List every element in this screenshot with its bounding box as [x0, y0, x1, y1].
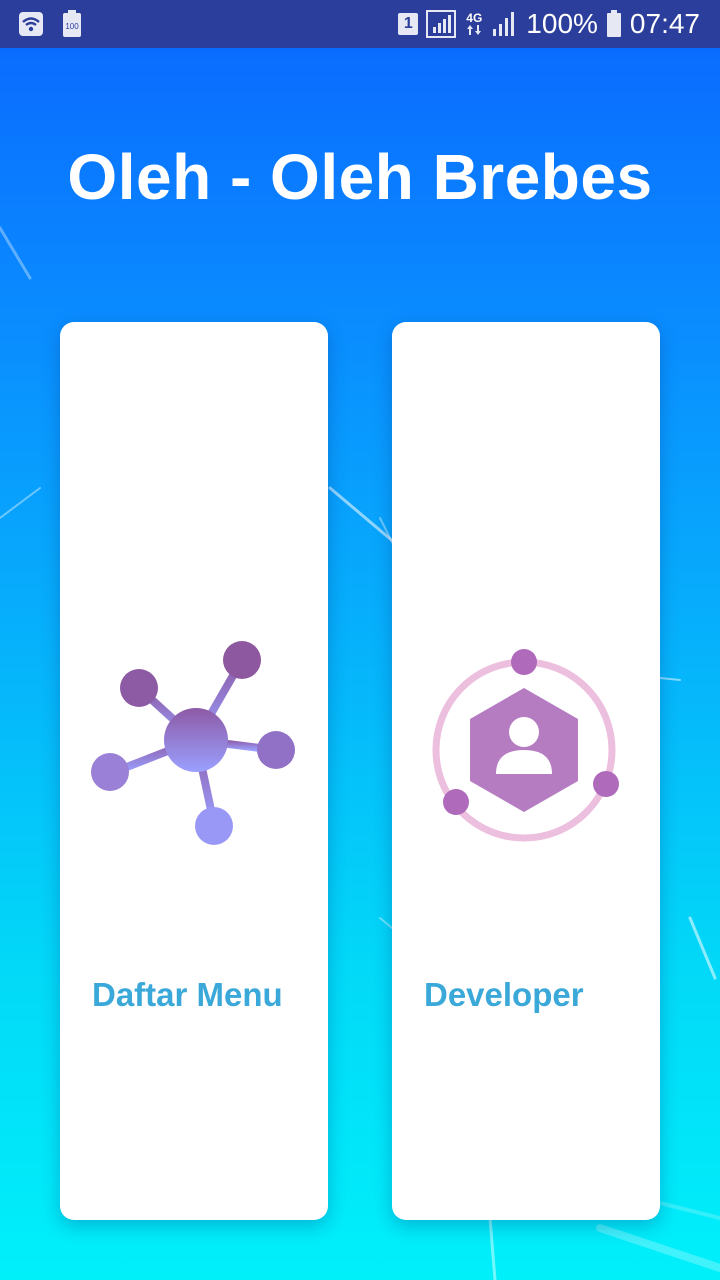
daftar-menu-label: Daftar Menu — [92, 976, 283, 1013]
network-4g-indicator: 4G — [464, 12, 484, 36]
network-type-label: 4G — [466, 11, 483, 25]
status-bar-right: 1 4G 100% 07:47 — [398, 0, 700, 48]
data-arrows-icon — [467, 25, 482, 35]
signal-strength-icon — [492, 10, 518, 38]
battery-icon — [606, 10, 622, 38]
daftar-menu-card[interactable]: Daftar Menu — [60, 322, 328, 1220]
sim-slot-badge: 1 — [398, 13, 419, 35]
page-title: Oleh - Oleh Brebes — [67, 141, 653, 213]
developer-label: Developer — [424, 976, 584, 1013]
developer-profile-icon — [432, 649, 619, 842]
wifi-icon — [18, 11, 44, 37]
status-bar: 100 1 4G 100% 07:47 — [0, 0, 720, 48]
app-screen: 100 1 4G 100% 07:47 Oleh - Oleh Brebes D… — [0, 0, 720, 1280]
network-nodes-icon — [91, 641, 295, 845]
battery-small-label: 100 — [65, 22, 79, 31]
signal-strength-boxed-icon — [426, 10, 457, 38]
status-bar-left: 100 — [18, 10, 82, 38]
developer-card[interactable]: Developer — [392, 322, 660, 1220]
battery-percent: 100% — [526, 8, 598, 39]
clock: 07:47 — [629, 8, 700, 39]
battery-small-icon: 100 — [62, 10, 82, 38]
main-content: Oleh - Oleh Brebes Daftar Menu Developer — [0, 48, 720, 1280]
